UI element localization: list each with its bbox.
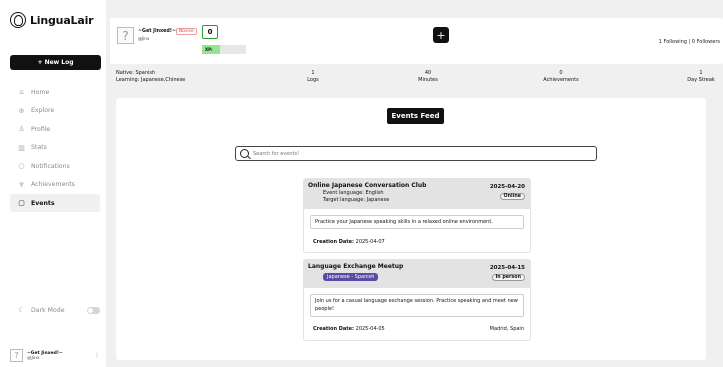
logo-icon [10, 12, 26, 28]
profile-header: ? ~Get Jinxed!~ @Jinx Novice 0 XP: + 1 F… [110, 18, 723, 64]
level-badge: Novice [176, 28, 197, 35]
creation-date-value: 2025-04-05 [355, 326, 385, 332]
sidebar-user[interactable]: ? ~Get Jinxed!~ @Jinx ⋮ [10, 349, 100, 362]
event-language: Event language: English [323, 190, 384, 196]
avatar: ? [10, 349, 23, 362]
stat-value: 1 [311, 70, 315, 76]
trophy-icon: ♆ [18, 180, 25, 189]
dark-mode-label: Dark Mode [31, 306, 65, 314]
search-bar[interactable] [235, 146, 597, 161]
add-button[interactable]: + [433, 27, 449, 43]
creation-date: Creation Date: 2025-04-07 [313, 239, 385, 245]
stat-value: 0 [559, 70, 563, 76]
stat-streak: 1 Day Streak [680, 70, 722, 84]
sidebar-item-label: Achievements [31, 181, 75, 188]
xp-progress-bar: XP: [202, 45, 246, 54]
feed-title: Events Feed [387, 108, 444, 124]
creation-date-label: Creation Date: [313, 326, 355, 332]
sidebar-item-label: Stats [31, 144, 47, 151]
profile-handle: @Jinx [138, 36, 150, 41]
event-title: Online Japanese Conversation Club [308, 182, 427, 189]
event-mode-badge: Online [499, 193, 525, 200]
new-log-button[interactable]: + New Log [10, 55, 101, 70]
sidebar-item-label: Home [31, 88, 50, 96]
stat-label: Logs [307, 77, 319, 83]
event-location: Madrid, Spain [489, 326, 524, 332]
event-card-body: Join us for a casual language exchange s… [303, 288, 531, 341]
stat-logs: 1 Logs [298, 70, 328, 84]
xp-label: XP: [205, 47, 213, 52]
profile-name: ~Get Jinxed!~ [138, 29, 177, 34]
event-mode-badge: In person [491, 274, 525, 281]
creation-date: Creation Date: 2025-04-05 [313, 326, 385, 332]
sidebar-item-stats[interactable]: ▥ Stats [10, 139, 100, 157]
stat-label: Achievements [543, 77, 579, 83]
app-name: LinguaLair [30, 13, 94, 27]
avatar[interactable]: ? [117, 27, 134, 44]
moon-icon: ☾ [18, 306, 25, 314]
languages: Native: Spanish Learning: Japanese,Chine… [116, 70, 185, 84]
sidebar-item-achievements[interactable]: ♆ Achievements [10, 176, 100, 194]
learning-languages: Learning: Japanese,Chinese [116, 77, 186, 83]
stat-label: Day Streak [687, 77, 715, 83]
event-card-body: Practice your Japanese speaking skills i… [303, 209, 531, 253]
creation-date-value: 2025-04-07 [355, 239, 385, 245]
sidebar-item-explore[interactable]: ⊕ Explore [10, 102, 100, 120]
sidebar-item-events[interactable]: ▢ Events [10, 194, 100, 212]
language-pair-tag: Japanese - Spanish [323, 273, 379, 281]
sidebar-item-label: Notifications [31, 162, 70, 170]
stat-achievements: 0 Achievements [536, 70, 586, 84]
stat-value: 40 [424, 70, 432, 76]
event-card[interactable]: Language Exchange Meetup Japanese - Span… [303, 259, 531, 341]
event-date: 2025-04-15 [489, 265, 525, 271]
sidebar-item-label: Explore [31, 107, 55, 114]
sidebar-user-name: ~Get Jinxed!~ [27, 350, 63, 356]
sidebar-nav: ⌂ Home ⊕ Explore ♙ Profile ▥ Stats ○ Not… [10, 83, 100, 213]
sidebar-user-info: ~Get Jinxed!~ @Jinx [27, 351, 63, 361]
calendar-icon: ▢ [18, 199, 25, 207]
sidebar-item-profile[interactable]: ♙ Profile [10, 120, 100, 138]
xp-value: 0 [202, 25, 218, 39]
event-card[interactable]: Online Japanese Conversation Club Event … [303, 178, 531, 253]
sidebar-item-home[interactable]: ⌂ Home [10, 83, 100, 101]
more-options-icon[interactable]: ⋮ [94, 352, 100, 359]
event-title: Language Exchange Meetup [308, 263, 404, 270]
event-card-header: Online Japanese Conversation Club Event … [303, 178, 531, 206]
native-language: Native: Spanish [116, 70, 156, 76]
sidebar: LinguaLair + New Log ⌂ Home ⊕ Explore ♙ … [0, 0, 106, 367]
profile-icon: ♙ [18, 125, 25, 133]
event-date: 2025-04-20 [489, 184, 525, 190]
explore-icon: ⊕ [18, 106, 25, 115]
dark-mode-toggle[interactable] [87, 306, 100, 314]
event-card-header: Language Exchange Meetup Japanese - Span… [303, 259, 531, 287]
search-icon [240, 149, 249, 158]
search-input[interactable] [253, 150, 573, 157]
stat-minutes: 40 Minutes [408, 70, 448, 84]
follow-counts[interactable]: 1 Following | 0 Followers [659, 39, 720, 45]
dark-mode-row: ☾ Dark Mode [18, 306, 100, 314]
event-description: Practice your Japanese speaking skills i… [310, 215, 524, 229]
target-language: Target language: Japanese [323, 197, 390, 203]
sidebar-item-label: Profile [31, 125, 51, 133]
creation-date-label: Creation Date: [313, 239, 355, 245]
stats-icon: ▥ [18, 143, 25, 152]
stat-label: Minutes [418, 77, 438, 83]
logo[interactable]: LinguaLair [10, 12, 94, 28]
sidebar-item-notifications[interactable]: ○ Notifications [10, 157, 100, 175]
stat-value: 1 [699, 70, 703, 76]
event-description: Join us for a casual language exchange s… [310, 294, 524, 317]
sidebar-item-label: Events [31, 199, 55, 207]
sidebar-user-handle: @Jinx [27, 355, 40, 361]
xp-progress-fill: XP: [202, 45, 220, 54]
home-icon: ⌂ [19, 88, 24, 96]
events-feed: Events Feed Online Japanese Conversation… [116, 98, 706, 360]
bell-icon: ○ [18, 162, 25, 170]
stats-strip: Native: Spanish Learning: Japanese,Chine… [110, 64, 723, 92]
